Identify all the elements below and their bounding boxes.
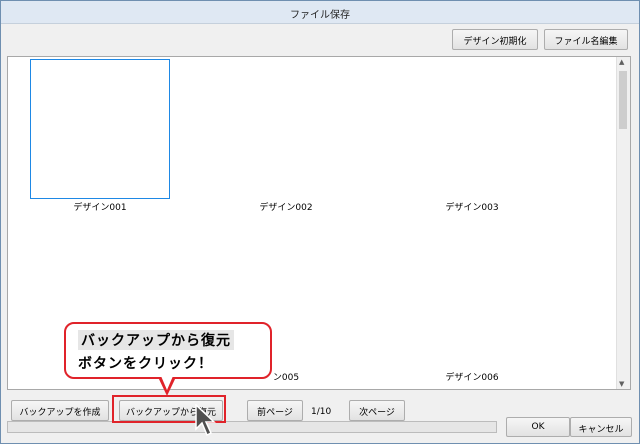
window-title: ファイル保存 (290, 10, 350, 21)
title-bar: ファイル保存 (1, 1, 639, 24)
scroll-thumb[interactable] (619, 71, 627, 129)
vertical-scrollbar[interactable]: ▲ ▼ (616, 57, 630, 389)
design-label-001: デザイン001 (73, 203, 127, 213)
prev-page-button[interactable]: 前ページ (247, 400, 303, 421)
design-label-003: デザイン003 (445, 203, 499, 213)
scroll-up-icon[interactable]: ▲ (619, 58, 624, 66)
cancel-button[interactable]: キャンセル (570, 417, 632, 437)
page-indicator: 1/10 (311, 407, 332, 417)
callout-tail-inner (161, 376, 173, 390)
callout-line-2: ボタンをクリック！ (78, 356, 213, 372)
design-label-002: デザイン002 (259, 203, 313, 213)
rename-file-button[interactable]: ファイル名編集 (544, 29, 628, 50)
callout-line-1: バックアップから復元 (78, 330, 234, 350)
create-backup-button[interactable]: バックアップを作成 (11, 400, 109, 421)
design-label-006: デザイン006 (445, 373, 499, 383)
mouse-pointer-icon (195, 403, 217, 441)
design-thumbnail-001[interactable] (30, 59, 170, 199)
ok-button[interactable]: OK (506, 417, 570, 437)
scroll-down-icon[interactable]: ▼ (619, 380, 624, 388)
next-page-button[interactable]: 次ページ (349, 400, 405, 421)
progress-bar (7, 421, 497, 433)
reset-design-button[interactable]: デザイン初期化 (452, 29, 538, 50)
instruction-callout: バックアップから復元 ボタンをクリック！ (64, 322, 272, 379)
